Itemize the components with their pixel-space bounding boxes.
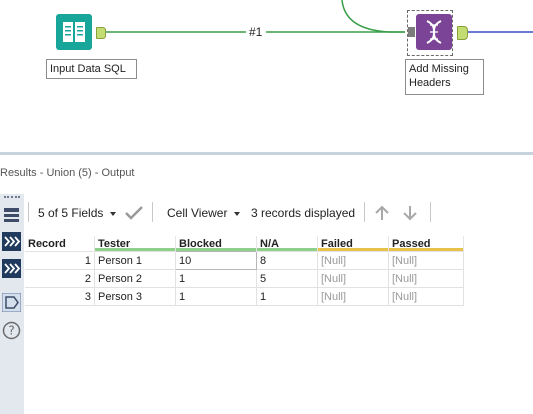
arrow-up-icon[interactable] bbox=[374, 204, 390, 222]
results-sidebar: ? bbox=[0, 194, 24, 414]
table-row[interactable]: 3 Person 3 1 1 [Null] [Null] bbox=[25, 287, 464, 306]
input-anchor[interactable] bbox=[408, 27, 415, 37]
forward-icon[interactable] bbox=[2, 259, 21, 278]
fields-dropdown-label[interactable]: 5 of 5 Fields bbox=[38, 206, 103, 220]
table-cell[interactable]: 8 bbox=[256, 251, 318, 270]
table-cell[interactable]: [Null] bbox=[388, 287, 464, 306]
column-type-bar bbox=[95, 248, 175, 251]
table-icon[interactable] bbox=[2, 206, 21, 225]
toolbar-separator bbox=[28, 202, 29, 222]
record-cell[interactable]: 2 bbox=[25, 269, 95, 288]
table-cell[interactable]: [Null] bbox=[317, 287, 389, 306]
column-header-record[interactable]: Record bbox=[25, 236, 95, 252]
grid-header-row: Record Tester Blocked N/A Failed Passed bbox=[25, 236, 464, 252]
table-cell[interactable]: 1 bbox=[256, 287, 318, 306]
forward-icon[interactable] bbox=[2, 232, 21, 251]
results-splitter[interactable] bbox=[0, 152, 533, 155]
toolbar-separator bbox=[430, 202, 431, 222]
table-cell[interactable]: Person 1 bbox=[94, 251, 176, 270]
record-cell[interactable]: 3 bbox=[25, 287, 95, 306]
table-cell[interactable]: Person 3 bbox=[94, 287, 176, 306]
column-header-passed[interactable]: Passed bbox=[388, 236, 464, 252]
connection-wire-2 bbox=[341, 0, 405, 33]
add-missing-headers-tool[interactable] bbox=[416, 14, 452, 50]
column-type-bar bbox=[389, 248, 463, 251]
cell-viewer-dropdown-label[interactable]: Cell Viewer bbox=[167, 206, 227, 220]
check-icon[interactable] bbox=[124, 205, 144, 221]
help-icon[interactable]: ? bbox=[2, 321, 21, 340]
column-header-blocked[interactable]: Blocked bbox=[175, 236, 257, 252]
table-cell[interactable]: [Null] bbox=[388, 269, 464, 288]
table-cell[interactable]: 1 bbox=[175, 269, 257, 288]
output-anchor[interactable] bbox=[457, 26, 468, 40]
table-cell[interactable]: 1 bbox=[175, 287, 257, 306]
dna-tool-label: Add Missing Headers bbox=[405, 59, 484, 95]
svg-text:?: ? bbox=[8, 324, 14, 338]
records-displayed: 3 records displayed bbox=[251, 206, 356, 220]
toolbar-separator bbox=[152, 202, 153, 222]
input-tool-label: Input Data SQL bbox=[46, 59, 137, 79]
table-cell[interactable]: [Null] bbox=[317, 269, 389, 288]
connection-label: #1 bbox=[247, 25, 265, 39]
chevron-down-icon[interactable] bbox=[110, 212, 116, 216]
column-header-na[interactable]: N/A bbox=[256, 236, 318, 252]
column-type-bar bbox=[176, 248, 256, 251]
dna-icon bbox=[426, 20, 442, 44]
toolbar-separator bbox=[364, 202, 365, 222]
workflow-canvas[interactable]: Input Data SQL #1 Add Missing Headers bbox=[0, 0, 533, 152]
table-cell[interactable]: [Null] bbox=[388, 251, 464, 270]
table-cell[interactable]: [Null] bbox=[317, 251, 389, 270]
table-row[interactable]: 2 Person 2 1 5 [Null] [Null] bbox=[25, 269, 464, 288]
column-header-failed[interactable]: Failed bbox=[317, 236, 389, 252]
results-grid: Record Tester Blocked N/A Failed Passed … bbox=[25, 236, 464, 306]
results-title: Results - Union (5) - Output bbox=[0, 167, 135, 179]
table-cell[interactable]: 5 bbox=[256, 269, 318, 288]
arrow-down-icon[interactable] bbox=[402, 204, 418, 222]
table-cell[interactable]: 10 bbox=[175, 251, 257, 270]
column-type-bar bbox=[318, 248, 388, 251]
column-header-tester[interactable]: Tester bbox=[94, 236, 176, 252]
table-row[interactable]: 1 Person 1 10 8 [Null] [Null] bbox=[25, 251, 464, 270]
table-cell[interactable]: Person 2 bbox=[94, 269, 176, 288]
column-type-bar bbox=[257, 248, 317, 251]
chevron-down-icon[interactable] bbox=[234, 212, 240, 216]
grip-handle[interactable] bbox=[4, 196, 20, 200]
tag-icon[interactable] bbox=[2, 293, 21, 312]
input-data-tool[interactable] bbox=[56, 14, 92, 50]
record-cell[interactable]: 1 bbox=[25, 251, 95, 270]
output-anchor[interactable] bbox=[96, 27, 106, 39]
book-icon bbox=[63, 22, 85, 42]
